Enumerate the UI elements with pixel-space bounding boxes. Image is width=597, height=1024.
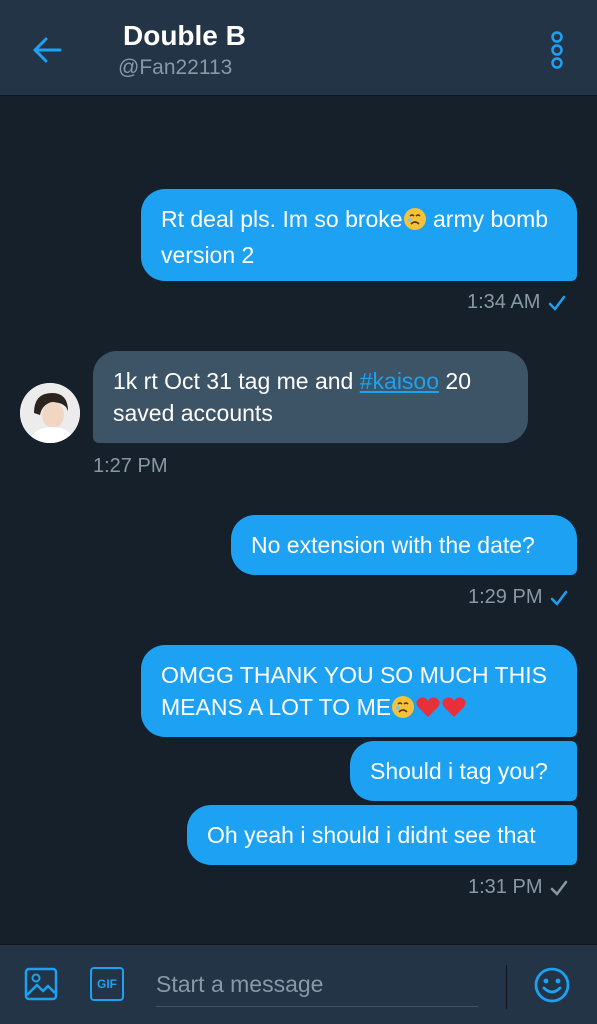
message-bubble-outgoing[interactable]: Should i tag you?	[350, 741, 577, 801]
message-input[interactable]: Start a message	[156, 963, 478, 1007]
message-bubble-outgoing[interactable]: OMGG THANK YOU SO MUCH THIS MEANS A LOT …	[141, 645, 577, 737]
avatar[interactable]	[20, 383, 80, 443]
add-photo-button[interactable]	[24, 967, 58, 1001]
message-text: Should i tag you?	[370, 758, 548, 784]
message-timestamp: 1:29 PM	[468, 586, 568, 609]
message-text: Rt deal pls. Im so broke	[161, 206, 403, 232]
check-icon	[551, 880, 568, 896]
back-arrow-icon	[33, 37, 62, 63]
conversation-title: Double B	[123, 20, 246, 51]
message-input-placeholder: Start a message	[156, 971, 324, 997]
message-composer: GIF Start a message	[0, 944, 597, 1024]
image-icon	[24, 967, 58, 1001]
message-bubble-outgoing[interactable]: Rt deal pls. Im so broke army bomb versi…	[141, 189, 577, 281]
message-timestamp: 1:34 AM	[467, 291, 566, 314]
hashtag-link[interactable]: #kaisoo	[360, 368, 439, 394]
red-heart-emoji	[415, 695, 441, 727]
message-text: 1k rt Oct 31 tag me and	[113, 368, 360, 394]
message-bubble-incoming[interactable]: 1k rt Oct 31 tag me and #kaisoo 20 saved…	[93, 351, 528, 443]
message-thread[interactable]: Rt deal pls. Im so broke army bomb versi…	[0, 96, 597, 944]
message-bubble-outgoing[interactable]: Oh yeah i should i didnt see that	[187, 805, 577, 865]
message-text: OMGG THANK YOU SO MUCH THIS MEANS A LOT …	[161, 662, 547, 720]
red-heart-emoji	[441, 695, 467, 727]
emoji-icon	[534, 967, 570, 1003]
avatar-image	[20, 383, 80, 443]
conversation-header: Double B @Fan22113	[0, 0, 597, 96]
crying-face-emoji	[403, 207, 427, 239]
message-text: No extension with the date?	[251, 532, 535, 558]
more-options-icon	[551, 31, 563, 69]
more-options-button[interactable]	[543, 28, 571, 72]
user-handle: @Fan22113	[118, 56, 233, 79]
composer-divider	[506, 965, 507, 1009]
message-timestamp: 1:27 PM	[93, 455, 168, 477]
check-icon	[551, 590, 568, 606]
message-bubble-outgoing[interactable]: No extension with the date?	[231, 515, 577, 575]
message-text: Oh yeah i should i didnt see that	[207, 822, 536, 848]
back-button[interactable]	[26, 30, 66, 70]
gif-button[interactable]: GIF	[90, 967, 124, 1001]
check-icon	[549, 295, 566, 311]
emoji-button[interactable]	[533, 966, 571, 1004]
message-timestamp: 1:31 PM	[468, 876, 568, 899]
gif-icon: GIF	[97, 977, 117, 991]
crying-face-emoji	[391, 695, 415, 727]
